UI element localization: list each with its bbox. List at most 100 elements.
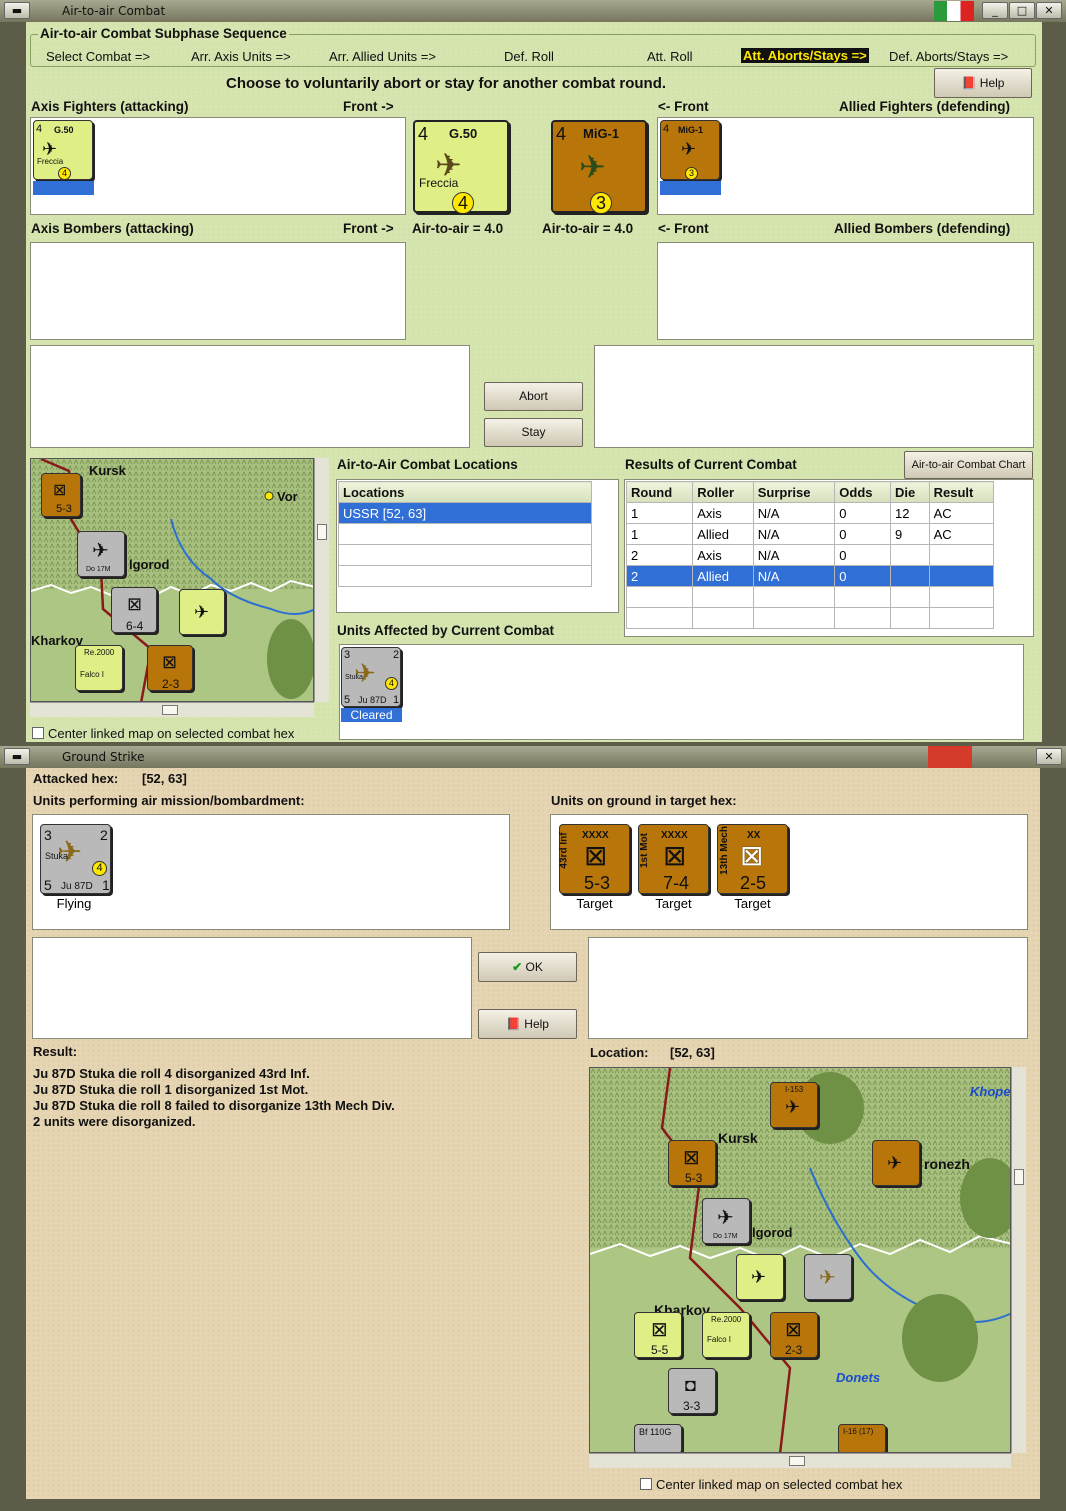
help-button[interactable]: 📕 Help [934,68,1032,98]
target-unit-13th-mech[interactable]: XX 13th Mech ⊠ 2-5 [717,824,788,894]
center-map-checkbox[interactable] [32,727,44,739]
stay-button[interactable]: Stay [484,418,583,447]
scroll-thumb[interactable] [1014,1169,1024,1185]
air-unit-stuka[interactable]: 3 2 ✈ Stuka 4 5 Ju 87D 1 [40,824,111,894]
phase-arr-allied: Arr. Allied Units => [329,49,436,64]
map-unit-re2000[interactable]: Re.2000 Falco I [702,1312,750,1358]
map-unit-i153[interactable]: I-153 ✈ [770,1082,818,1128]
center-map-checkbox-bottom[interactable] [640,1478,652,1490]
col-odds: Odds [834,481,892,503]
air-results-list[interactable] [32,937,472,1039]
map-unit-i16[interactable]: I-16 (17) [838,1424,886,1452]
scroll-thumb[interactable] [162,705,178,715]
map-unit-soviet-mech[interactable]: ⊠ 2-3 [147,645,193,691]
map-unit-mig1[interactable]: ✈ [872,1140,920,1186]
cell: Allied [692,565,754,587]
air-units-label: Units performing air mission/bombardment… [33,793,305,808]
allied-fighter-unit-mig1[interactable]: 4 MiG-1 ✈ 3 [660,120,720,180]
selected-unit-bar [33,181,94,195]
location-item[interactable]: USSR [52, 63] [338,502,592,524]
ok-button[interactable]: ✔ OK [478,952,577,982]
locations-list[interactable]: Locations USSR [52, 63] [336,479,619,613]
cell [890,544,930,566]
cell: 9 [890,523,930,545]
affected-title: Units Affected by Current Combat [337,623,555,638]
unit-name: MiG-1 [678,125,704,135]
allied-abort-list[interactable] [594,345,1034,448]
unit-name: Re.2000 [84,648,115,657]
map-unit-do17[interactable]: ✈ Do 17M [702,1198,750,1244]
allied-bombers-front-label: <- Front [658,221,709,236]
phase-att-roll: Att. Roll [647,49,693,64]
close-icon[interactable]: ✕ [1036,2,1062,19]
map-bottom-vscroll[interactable] [1011,1067,1026,1453]
affected-unit-stuka[interactable]: 3 2 ✈ Stuka 4 5 Ju 87D 1 [341,647,401,707]
menu-icon[interactable]: ▬ [4,748,30,765]
linked-map-top[interactable]: Kursk Vor lgorod Kharkov ⊠ 5-3 ✈ Do 17M ⊠ 6… [30,458,314,702]
axis-bombers-list[interactable] [30,242,406,340]
map-unit-g50[interactable]: ✈ [736,1254,784,1300]
target-status: Target [576,896,613,911]
unit-air-value: 4 [92,861,107,876]
subphase-sequence-title: Air-to-air Combat Subphase Sequence [38,26,289,41]
target-unit-1st-mot[interactable]: XXXX 1st Mot ⊠ 7-4 [638,824,709,894]
help-book-icon: 📕 [506,1017,521,1031]
target-status: Target [734,896,771,911]
ground-results-list[interactable] [588,937,1028,1039]
unit-air-value: 4 [452,192,474,214]
abort-button[interactable]: Abort [484,382,583,411]
scroll-thumb[interactable] [789,1456,805,1466]
table-row[interactable]: 1 Allied N/A 0 9 AC [625,523,995,545]
map-unit-soviet-inf[interactable]: ⊠ 5-3 [41,473,81,517]
map-unit-do17[interactable]: ✈ Do 17M [77,531,125,577]
minimize-icon[interactable]: _ [982,2,1008,19]
infantry-symbol-icon: ⊠ [53,482,67,499]
map-unit-axis-inf[interactable]: ⊠ 5-5 [634,1312,682,1358]
unit-strength: 7-4 [663,873,690,893]
table-row-selected[interactable]: 2 Allied N/A 0 [625,565,995,587]
map-unit-soviet-mech[interactable]: ⊠ 2-3 [770,1312,818,1358]
cell: N/A [752,502,836,524]
map-top-vscroll[interactable] [314,458,329,702]
map-label-kursk: Kursk [89,463,126,478]
menu-icon[interactable]: ▬ [4,2,30,19]
unit-value: 1 [393,694,400,706]
map-unit-axis-inf[interactable]: ⊠ 6-4 [111,587,157,633]
map-unit-stuka[interactable]: ✈ [804,1254,852,1300]
target-unit-43rd-inf[interactable]: XXXX 43rd Inf ⊠ 5-3 [559,824,630,894]
map-unit-axis-hq[interactable]: ◘ 3-3 [668,1368,716,1414]
unit-strength: 4 [556,124,567,144]
axis-fighter-unit-g50[interactable]: 4 G.50 ✈ Freccia 4 [33,120,93,180]
bomber-plane-icon: ✈ [819,1267,836,1289]
location-item-empty [338,544,592,566]
map-bottom-hscroll[interactable] [589,1453,1011,1468]
map-top-hscroll[interactable] [30,702,314,717]
infantry-symbol-icon: ⊠ [683,1147,700,1169]
result-label: Result: [33,1044,78,1059]
ground-help-button[interactable]: 📕 Help [478,1009,577,1039]
maximize-icon[interactable]: □ [1009,2,1035,19]
air-combat-titlebar: ▬ Air-to-air Combat _ □ ✕ [0,0,1066,22]
results-title: Results of Current Combat [625,457,797,472]
affected-units-list[interactable] [339,644,1024,740]
a2a-chart-button[interactable]: Air-to-air Combat Chart [904,451,1033,479]
map-label-khoper: Khope [970,1084,1011,1099]
map-unit-bf110[interactable]: Bf 110G [634,1424,682,1452]
unit-name: I-153 [785,1085,804,1094]
allied-front-label: <- Front [658,99,709,114]
help-book-icon: 📕 [961,76,977,90]
col-die: Die [890,481,930,503]
linked-map-bottom[interactable]: Khope Kursk ronezh lgorod Kharkov Donets… [589,1067,1011,1453]
allied-bombers-list[interactable] [657,242,1034,340]
unit-strength: 5-5 [651,1343,669,1357]
unit-name: Do 17M [86,566,111,573]
close-icon[interactable]: ✕ [1036,748,1062,765]
table-row[interactable]: 1 Axis N/A 0 12 AC [625,502,995,524]
axis-abort-list[interactable] [30,345,470,448]
scroll-thumb[interactable] [317,524,327,540]
map-unit-g50[interactable]: ✈ [179,589,225,635]
table-row[interactable]: 2 Axis N/A 0 [625,544,995,566]
map-unit-re2000[interactable]: Re.2000 Falco I [75,645,123,691]
map-unit-soviet-inf[interactable]: ⊠ 5-3 [668,1140,716,1186]
infantry-symbol-icon: ⊠ [584,840,608,871]
